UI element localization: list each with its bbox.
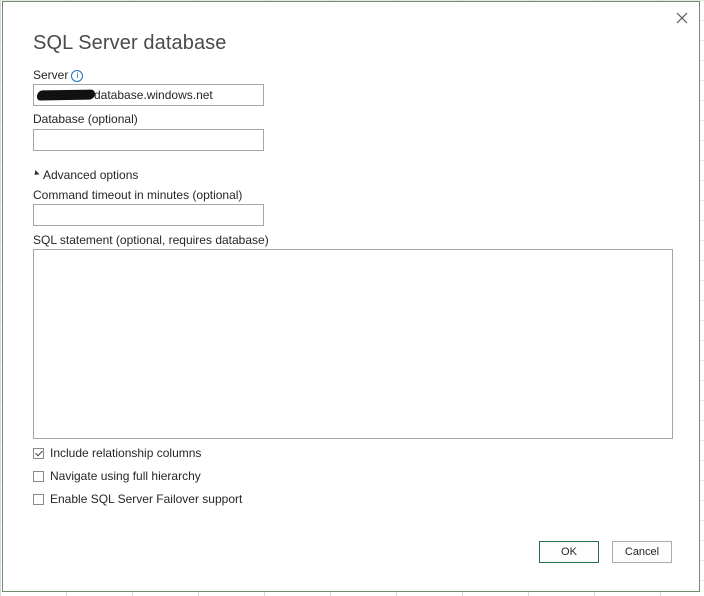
server-label: Server (33, 68, 69, 82)
command-timeout-label: Command timeout in minutes (optional) (33, 188, 243, 202)
ok-button[interactable]: OK (539, 541, 599, 563)
include-relationship-columns-label: Include relationship columns (50, 446, 202, 460)
server-input[interactable]: database.windows.net (33, 84, 264, 106)
expand-triangle-icon (32, 170, 40, 178)
sql-statement-label: SQL statement (optional, requires databa… (33, 233, 269, 247)
close-icon (676, 12, 688, 24)
dialog-title: SQL Server database (33, 32, 227, 54)
close-button[interactable] (671, 7, 693, 29)
include-relationship-columns-checkbox[interactable] (33, 447, 44, 459)
sql-statement-textarea[interactable] (33, 249, 673, 439)
server-label-row: Server i (33, 68, 84, 82)
advanced-options-label: Advanced options (43, 168, 139, 182)
cancel-button[interactable]: Cancel (612, 541, 672, 563)
info-icon[interactable]: i (71, 70, 84, 82)
server-value: database.windows.net (94, 88, 213, 102)
failover-support-checkbox[interactable] (33, 493, 44, 505)
sql-server-database-dialog: SQL Server database Server i database.win… (2, 1, 700, 592)
database-input[interactable] (33, 129, 264, 151)
include-relationship-columns-option[interactable]: Include relationship columns (33, 445, 201, 461)
failover-support-label: Enable SQL Server Failover support (50, 492, 243, 506)
redacted-server-prefix (36, 89, 96, 101)
navigate-full-hierarchy-checkbox[interactable] (33, 470, 44, 482)
failover-support-option[interactable]: Enable SQL Server Failover support (33, 491, 242, 507)
advanced-options-toggle[interactable]: Advanced options (32, 168, 139, 182)
command-timeout-input[interactable] (33, 204, 264, 226)
navigate-full-hierarchy-option[interactable]: Navigate using full hierarchy (33, 468, 201, 484)
database-label: Database (optional) (33, 112, 138, 126)
navigate-full-hierarchy-label: Navigate using full hierarchy (50, 469, 201, 483)
